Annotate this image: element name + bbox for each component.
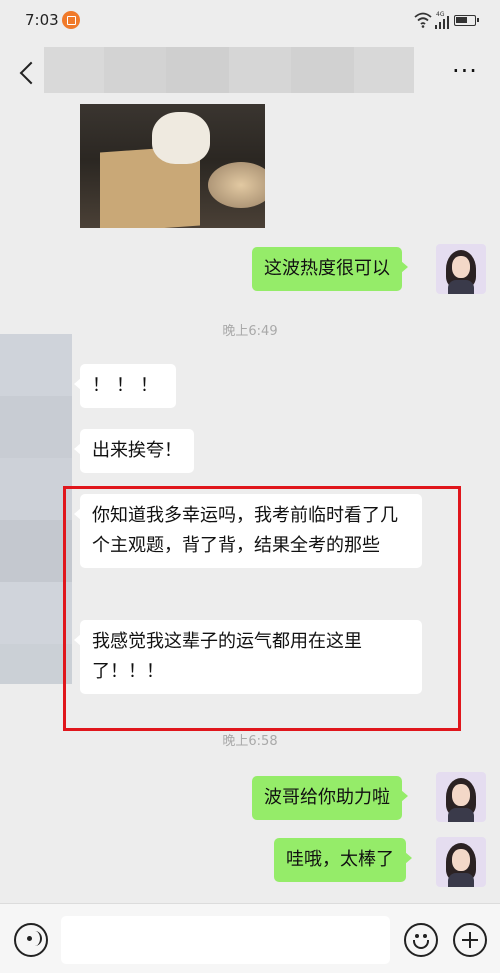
bowl-shape <box>208 162 265 208</box>
message-bubble-sent[interactable]: 哇哦，太棒了 <box>274 838 412 882</box>
emoji-icon[interactable] <box>404 923 438 957</box>
input-bar <box>0 903 500 973</box>
status-bar: 7:03 4G <box>0 0 500 42</box>
timestamp: 晚上6:49 <box>222 324 278 339</box>
my-avatar[interactable] <box>436 772 486 822</box>
highlight-annotation-box <box>63 486 461 731</box>
redacted-avatar-area <box>0 334 72 684</box>
message-bubble-received[interactable]: 出来挨夸！ <box>74 429 194 473</box>
dog-photo-icon <box>152 112 210 164</box>
notification-icon <box>62 11 80 29</box>
back-icon[interactable] <box>14 56 42 90</box>
signal-icon: 4G <box>435 11 449 29</box>
message-bubble-sent[interactable]: 这波热度很可以 <box>252 247 408 291</box>
chat-title-redacted <box>44 47 414 93</box>
message-input[interactable] <box>61 916 390 964</box>
plus-circle-icon[interactable] <box>453 923 487 957</box>
message-bubble-received[interactable]: ！！！ <box>74 364 176 408</box>
timestamp: 晚上6:58 <box>222 734 278 749</box>
my-avatar[interactable] <box>436 837 486 887</box>
voice-icon[interactable] <box>14 923 48 957</box>
more-options-icon[interactable]: ··· <box>448 56 482 86</box>
status-time: 7:03 <box>25 11 59 29</box>
message-list[interactable]: 这波热度很可以 晚上6:49 ！！！ 出来挨夸！ 你知道我多幸运吗，我考前临时看… <box>0 104 500 903</box>
message-bubble-sent[interactable]: 波哥给你助力啦 <box>252 776 408 820</box>
chat-header: ··· <box>0 42 500 104</box>
network-type: 4G <box>436 11 445 18</box>
my-avatar[interactable] <box>436 244 486 294</box>
battery-icon <box>454 15 479 26</box>
wifi-icon <box>414 12 432 28</box>
image-message[interactable] <box>80 104 265 228</box>
